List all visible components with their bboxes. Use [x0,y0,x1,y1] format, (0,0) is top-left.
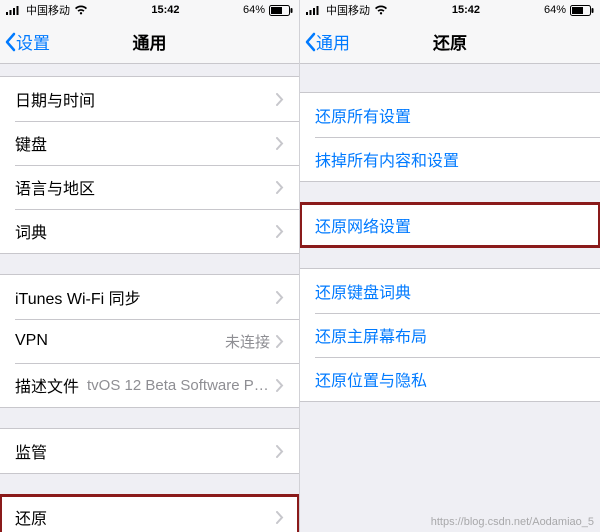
row-reset-network[interactable]: 还原网络设置 [300,203,600,247]
signal-icon [6,5,22,15]
row-erase-all[interactable]: 抹掉所有内容和设置 [300,137,600,181]
carrier-label: 中国移动 [326,2,370,18]
row-keyboard[interactable]: 键盘 [0,121,299,165]
row-itunes-wifi-sync[interactable]: iTunes Wi-Fi 同步 [0,275,299,319]
chevron-right-icon [276,181,284,194]
group-datetime: 日期与时间 键盘 语言与地区 词典 [0,76,299,254]
group-reset-misc: 还原键盘词典 还原主屏幕布局 还原位置与隐私 [300,268,600,402]
carrier-label: 中国移动 [26,2,70,18]
chevron-right-icon [276,137,284,150]
group-sync: iTunes Wi-Fi 同步 VPN 未连接 描述文件 tvOS 12 Bet… [0,274,299,408]
chevron-right-icon [276,225,284,238]
nav-bar: 设置 通用 [0,20,299,64]
vpn-status: 未连接 [225,331,270,352]
back-label: 设置 [16,29,50,54]
chevron-right-icon [276,379,284,392]
status-bar: 中国移动 15:42 64% [300,0,600,20]
back-button[interactable]: 设置 [0,29,50,54]
back-button[interactable]: 通用 [300,29,350,54]
wifi-icon [74,5,88,15]
chevron-right-icon [276,511,284,524]
group-reset-network: 还原网络设置 [300,202,600,248]
wifi-icon [374,5,388,15]
row-reset-keyboard-dict[interactable]: 还原键盘词典 [300,269,600,313]
row-date-time[interactable]: 日期与时间 [0,77,299,121]
row-reset-location-privacy[interactable]: 还原位置与隐私 [300,357,600,401]
battery-percent: 64% [243,4,265,16]
back-label: 通用 [316,29,350,54]
chevron-right-icon [276,335,284,348]
signal-icon [306,5,322,15]
clock: 15:42 [151,4,179,16]
group-supervision: 监管 [0,428,299,474]
group-reset: 还原 关机 [0,494,299,532]
reset-list[interactable]: 还原所有设置 抹掉所有内容和设置 还原网络设置 还原键盘词典 还原主屏幕布局 还… [300,64,600,532]
settings-list[interactable]: 日期与时间 键盘 语言与地区 词典 iTunes Wi-Fi 同步 [0,64,299,532]
row-dictionary[interactable]: 词典 [0,209,299,253]
row-supervision[interactable]: 监管 [0,429,299,473]
profile-value: tvOS 12 Beta Software Profile [87,377,270,394]
chevron-right-icon [276,445,284,458]
row-reset-all-settings[interactable]: 还原所有设置 [300,93,600,137]
battery-icon [570,5,594,16]
phone-left: 中国移动 15:42 64% 设置 通用 日期与时间 键盘 [0,0,300,532]
row-vpn[interactable]: VPN 未连接 [0,319,299,363]
clock: 15:42 [452,4,480,16]
phone-right: 中国移动 15:42 64% 通用 还原 还原所有设置 抹掉所有内容和设置 [300,0,600,532]
chevron-right-icon [276,291,284,304]
battery-icon [269,5,293,16]
row-reset[interactable]: 还原 [0,495,299,532]
battery-percent: 64% [544,4,566,16]
chevron-right-icon [276,93,284,106]
row-reset-homescreen[interactable]: 还原主屏幕布局 [300,313,600,357]
group-reset-all: 还原所有设置 抹掉所有内容和设置 [300,92,600,182]
row-profiles[interactable]: 描述文件 tvOS 12 Beta Software Profile [0,363,299,407]
status-bar: 中国移动 15:42 64% [0,0,299,20]
row-language-region[interactable]: 语言与地区 [0,165,299,209]
nav-bar: 通用 还原 [300,20,600,64]
